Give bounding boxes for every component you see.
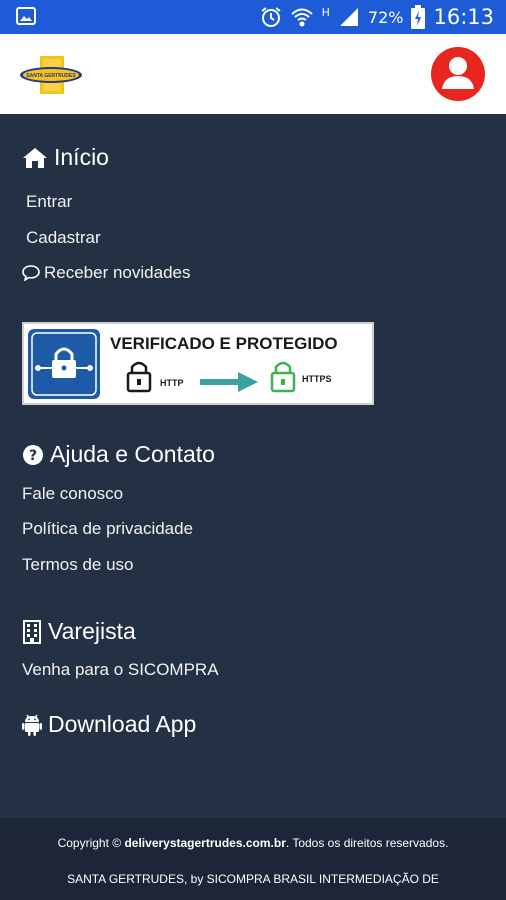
svg-text:?: ? <box>29 448 37 464</box>
status-bar: H 72% 16:13 <box>0 0 506 34</box>
arrow-right-icon <box>200 372 258 392</box>
network-h-icon: H <box>321 5 330 19</box>
question-circle-icon: ? <box>23 444 43 465</box>
svg-text:SANTA GERTRUDES: SANTA GERTRUDES <box>26 73 76 79</box>
user-icon[interactable] <box>430 46 486 102</box>
side-menu: Início Entrar Cadastrar Receber novidade… <box>0 114 506 818</box>
http-label: HTTP <box>160 378 184 388</box>
cadastrar-link[interactable]: Cadastrar <box>26 228 101 248</box>
https-label: HTTPS <box>302 374 332 384</box>
fale-conosco-link[interactable]: Fale conosco <box>22 484 123 504</box>
clock: 16:13 <box>433 5 494 29</box>
android-icon <box>22 714 42 736</box>
santa-gertrudes-logo[interactable]: SANTA GERTRUDES <box>18 54 84 96</box>
app-header: SANTA GERTRUDES <box>0 34 506 114</box>
copyright-text: Copyright © deliverystagertrudes.com.br.… <box>0 836 506 850</box>
home-icon <box>23 147 47 168</box>
image-icon <box>16 7 36 25</box>
section-download-app[interactable]: Download App <box>22 711 196 738</box>
entrar-link[interactable]: Entrar <box>26 192 72 212</box>
signal-icon <box>339 8 358 26</box>
building-icon <box>23 619 41 644</box>
alarm-icon <box>261 7 281 27</box>
company-text: SANTA GERTRUDES, by SICOMPRA BRASIL INTE… <box>67 872 439 886</box>
site-link[interactable]: deliverystagertrudes.com.br <box>124 836 285 850</box>
termos-uso-link[interactable]: Termos de uso <box>22 555 134 575</box>
section-ajuda-title: Ajuda e Contato <box>50 441 215 467</box>
section-varejista[interactable]: Varejista <box>22 618 136 645</box>
battery-icon <box>411 5 426 29</box>
wifi-icon <box>290 8 313 27</box>
venha-sicompra-link[interactable]: Venha para o SICOMPRA <box>22 660 219 680</box>
battery-percent: 72% <box>367 7 404 27</box>
chat-bubble-icon <box>22 265 40 281</box>
politica-privacidade-link[interactable]: Política de privacidade <box>22 519 193 539</box>
http-lock-icon <box>126 361 152 393</box>
security-badge-graphic: VERIFICADO E PROTEGIDO HTTP HTTPS <box>28 329 338 399</box>
section-varejista-title: Varejista <box>48 618 136 644</box>
security-badge: VERIFICADO E PROTEGIDO HTTP HTTPS <box>22 322 374 405</box>
section-inicio[interactable]: Início <box>22 144 109 171</box>
copyright-prefix: Copyright © <box>57 836 122 850</box>
copyright-suffix: . Todos os direitos reservados. <box>285 836 449 850</box>
section-download-title: Download App <box>48 711 197 737</box>
https-lock-icon <box>270 361 296 393</box>
receber-novidades-link[interactable]: Receber novidades <box>22 263 190 283</box>
section-inicio-title: Início <box>54 144 109 170</box>
footer: Copyright © deliverystagertrudes.com.br.… <box>0 818 506 900</box>
section-ajuda[interactable]: ? Ajuda e Contato <box>22 441 215 468</box>
status-icons: H 72% 16:13 <box>260 4 494 30</box>
badge-title: VERIFICADO E PROTEGIDO <box>110 334 338 353</box>
receber-novidades-label: Receber novidades <box>44 263 191 282</box>
